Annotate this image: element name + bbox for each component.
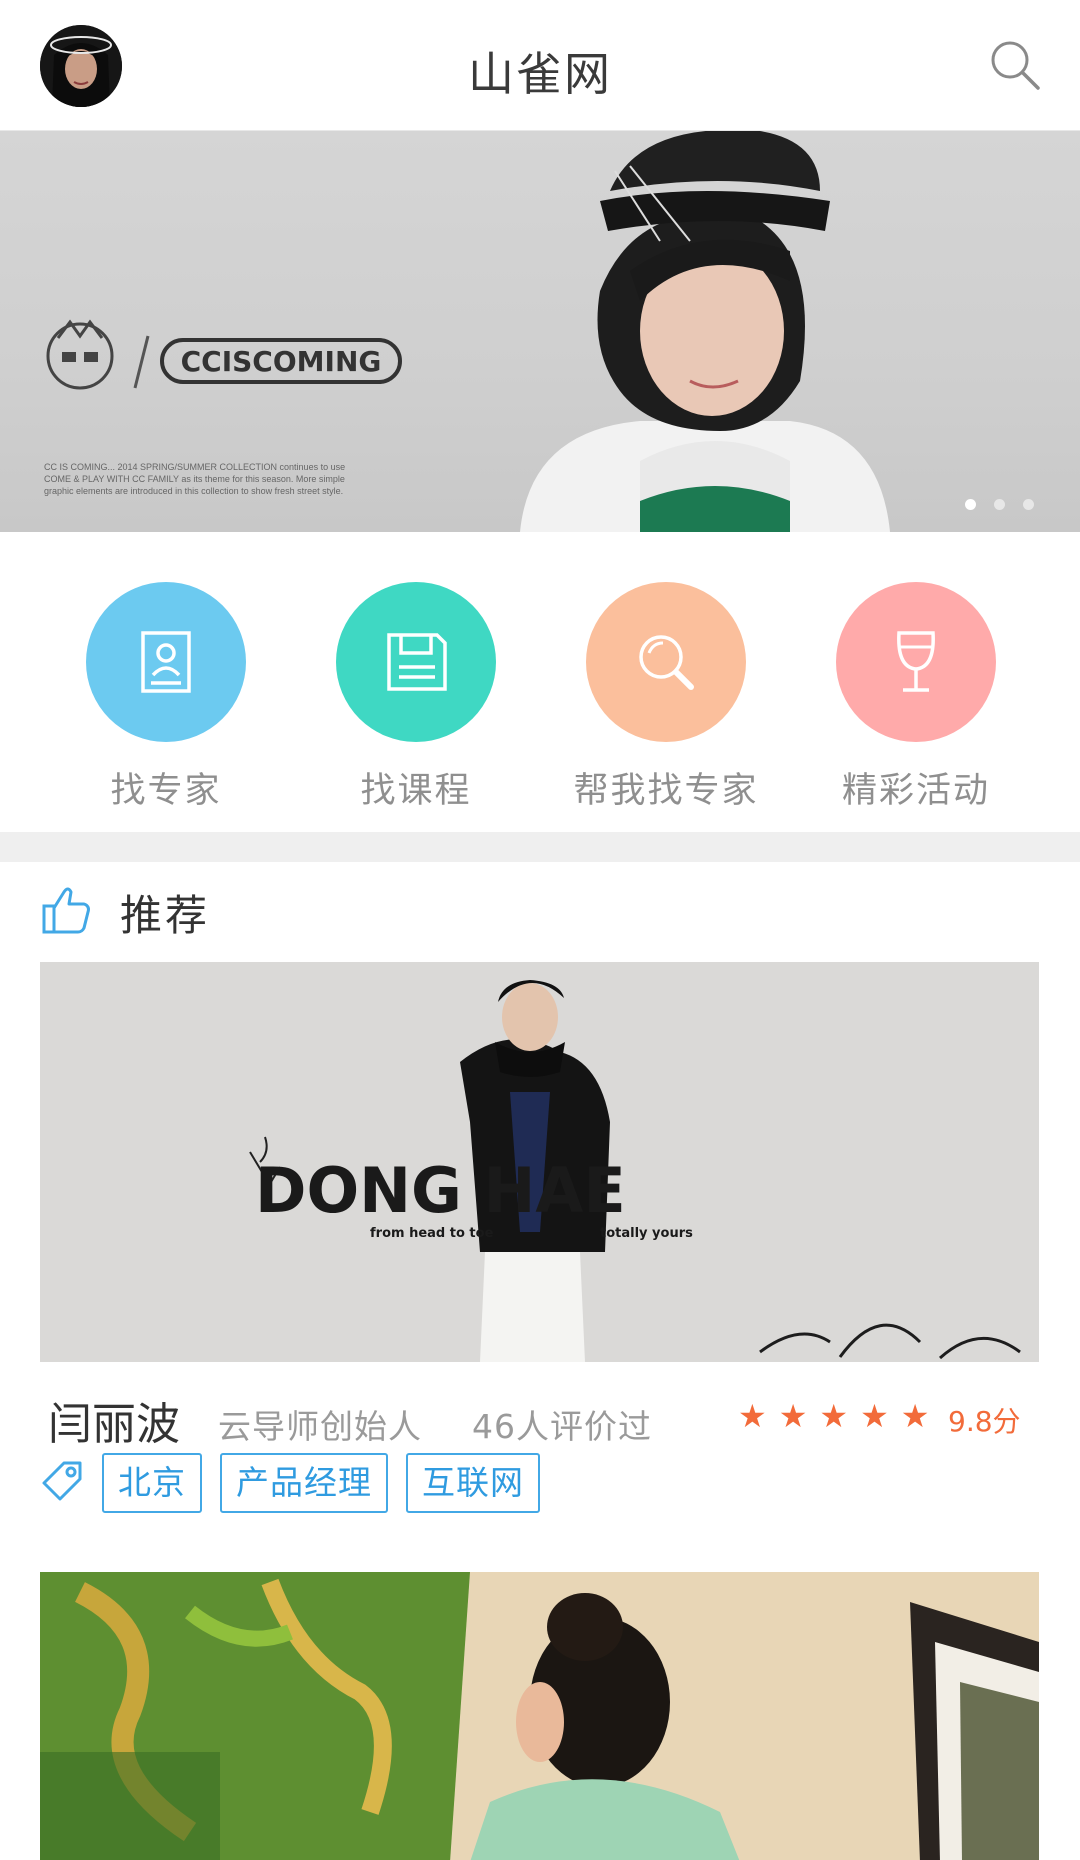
wine-glass-icon — [836, 582, 996, 742]
rating-score: 9.8分 — [948, 1405, 1021, 1438]
recommend-header: 推荐 — [40, 882, 210, 942]
card-image-title: DONG HAE — [255, 1154, 626, 1227]
thumbs-up-icon — [40, 884, 92, 940]
recommend-card-image[interactable] — [40, 1572, 1039, 1860]
star-icon: ★ — [738, 1397, 767, 1435]
recommend-card-image[interactable]: DONG HAE from head to toe totally yours — [40, 962, 1039, 1362]
search-icon — [586, 582, 746, 742]
carousel-indicator[interactable] — [965, 499, 1034, 510]
card-image-subtitle: from head to toe — [370, 1226, 494, 1241]
tag-chip[interactable]: 北京 — [102, 1453, 202, 1513]
section-divider — [0, 832, 1080, 862]
tags-row: 北京 产品经理 互联网 — [40, 1452, 540, 1514]
quick-item-find-course[interactable]: 找课程 — [291, 582, 541, 813]
promo-banner[interactable]: CCISCOMING CC IS COMING... 2014 SPRING/S… — [0, 131, 1080, 532]
carousel-dot-3[interactable] — [1023, 499, 1034, 510]
app-header: 山雀网 — [0, 0, 1080, 131]
quick-menu: 找专家 找课程 帮我找专家 精彩活动 — [0, 532, 1080, 832]
review-count: 46人评价过 — [472, 1407, 652, 1446]
quick-item-label: 帮我找专家 — [573, 771, 759, 811]
recommend-card-info[interactable]: 闫丽波 云导师创始人 46人评价过 ★ ★ ★ ★ ★ 9.8分 — [40, 1384, 1039, 1450]
star-icon: ★ — [900, 1397, 930, 1435]
card-image-subtitle-2: totally yours — [600, 1226, 693, 1241]
quick-item-events[interactable]: 精彩活动 — [791, 582, 1041, 813]
page-title: 山雀网 — [468, 47, 612, 101]
quick-item-help-find-expert[interactable]: 帮我找专家 — [541, 582, 791, 813]
banner-caption: CC IS COMING... 2014 SPRING/SUMMER COLLE… — [44, 462, 346, 496]
expert-role: 云导师创始人 — [218, 1407, 422, 1446]
quick-item-label: 找课程 — [360, 771, 472, 811]
expert-card-icon — [86, 582, 246, 742]
carousel-dot-1[interactable] — [965, 499, 976, 510]
tag-chip[interactable]: 互联网 — [406, 1453, 540, 1513]
carousel-dot-2[interactable] — [994, 499, 1005, 510]
banner-brand-text: CCISCOMING — [181, 345, 382, 378]
course-folder-icon — [336, 582, 496, 742]
section-title: 推荐 — [120, 890, 211, 940]
star-icon: ★ — [860, 1397, 889, 1435]
quick-item-label: 精彩活动 — [841, 771, 990, 811]
star-icon: ★ — [778, 1397, 808, 1435]
price-tag-icon — [40, 1459, 84, 1507]
star-icon: ★ — [819, 1397, 849, 1435]
expert-name: 闫丽波 — [48, 1399, 180, 1450]
rating-stars: ★ ★ ★ ★ ★ — [738, 1396, 929, 1436]
quick-item-find-expert[interactable]: 找专家 — [41, 582, 291, 813]
search-icon[interactable] — [988, 38, 1044, 94]
tag-chip[interactable]: 产品经理 — [220, 1453, 388, 1513]
quick-item-label: 找专家 — [110, 771, 222, 811]
